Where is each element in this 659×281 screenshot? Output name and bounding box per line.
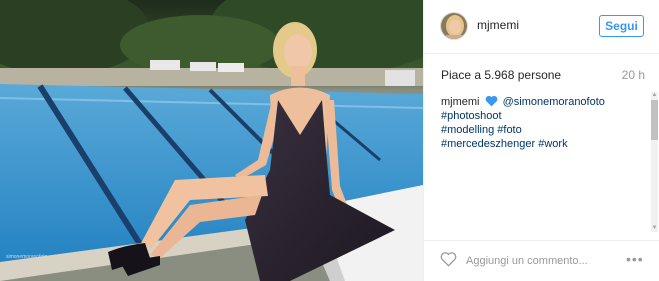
post-caption: mjmemi @simonemoranofoto #photoshoot #mo…	[441, 95, 626, 151]
caption-scrollbar[interactable]: ▲ ▼	[651, 92, 658, 232]
scroll-down-arrow-icon[interactable]: ▼	[651, 225, 658, 232]
photo-watermark: simonemoranofoto	[6, 254, 48, 260]
caption-username[interactable]: mjmemi	[441, 96, 480, 108]
hashtag-work[interactable]: #work	[538, 138, 567, 150]
comment-bar: •••	[424, 240, 659, 281]
post-username[interactable]: mjmemi	[477, 18, 519, 32]
post-header: mjmemi Segui	[424, 0, 659, 54]
hashtag-modelling[interactable]: #modelling	[441, 124, 494, 136]
avatar[interactable]	[440, 12, 468, 40]
post-panel: mjmemi Segui Piace a 5.968 persone 20 h …	[423, 0, 659, 281]
blue-heart-icon	[485, 95, 497, 107]
heart-icon[interactable]	[440, 251, 457, 267]
more-options-icon[interactable]: •••	[626, 252, 644, 266]
hashtag-photoshoot[interactable]: #photoshoot	[441, 110, 502, 122]
hashtag-mercedeszhenger[interactable]: #mercedeszhenger	[441, 138, 535, 150]
likes-count[interactable]: Piace a 5.968 persone	[441, 68, 561, 82]
post-time: 20 h	[621, 68, 645, 82]
hashtag-foto[interactable]: #foto	[497, 124, 521, 136]
follow-button[interactable]: Segui	[599, 15, 644, 37]
caption-mention[interactable]: @simonemoranofoto	[503, 96, 605, 108]
photo-image: simonemoranofoto	[0, 0, 423, 281]
post-photo[interactable]: simonemoranofoto	[0, 0, 423, 281]
comment-input[interactable]	[466, 253, 616, 269]
scrollbar-thumb[interactable]	[651, 100, 658, 140]
scroll-up-arrow-icon[interactable]: ▲	[651, 92, 658, 99]
avatar-image	[441, 13, 467, 39]
